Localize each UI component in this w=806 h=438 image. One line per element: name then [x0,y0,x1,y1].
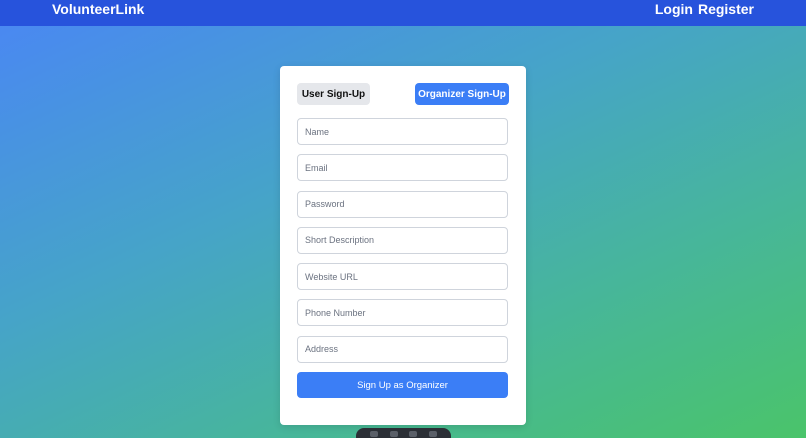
dock-app-icon[interactable] [429,431,438,437]
dock-app-icon[interactable] [369,431,378,437]
password-field[interactable] [297,190,508,218]
signup-card: User Sign-Up Organizer Sign-Up Sign Up a… [280,66,526,425]
short-description-field[interactable] [297,226,508,254]
dock-app-icon[interactable] [409,431,418,437]
signup-organizer-button[interactable]: Sign Up as Organizer [297,372,508,399]
email-field[interactable] [297,154,508,182]
signup-tabs: User Sign-Up Organizer Sign-Up [297,83,509,105]
dock-app-icon[interactable] [389,431,398,437]
taskbar-dock [356,428,451,438]
organizer-signup-form: Sign Up as Organizer [297,118,509,399]
name-field[interactable] [297,118,508,145]
address-field[interactable] [297,335,508,363]
login-link[interactable]: Login [655,1,693,17]
register-link[interactable]: Register [698,1,754,17]
tab-organizer-signup[interactable]: Organizer Sign-Up [415,83,509,105]
navbar: VolunteerLink Login Register [0,0,806,26]
phone-number-field[interactable] [297,299,508,327]
website-url-field[interactable] [297,263,508,291]
nav-links: Login Register [655,1,754,17]
brand-logo[interactable]: VolunteerLink [52,1,144,17]
tab-user-signup[interactable]: User Sign-Up [297,83,370,105]
